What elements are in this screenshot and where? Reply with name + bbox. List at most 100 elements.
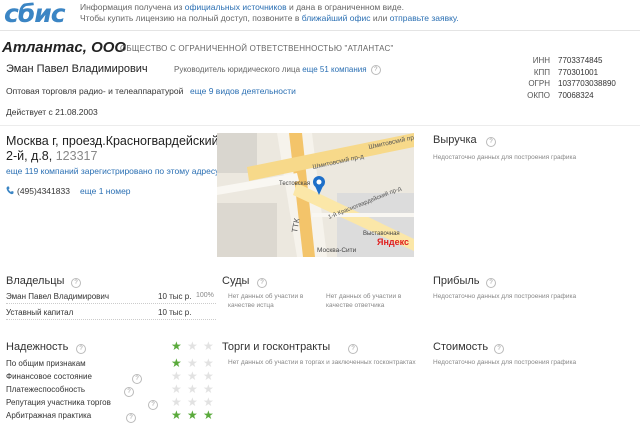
tenders-note: Нет данных об участии в торгах и заключе…: [228, 359, 416, 366]
notice-text: Чтобы купить лицензию на полный доступ, …: [80, 13, 300, 23]
help-icon[interactable]: ?: [124, 387, 134, 397]
reliability-row: Репутация участника торгов: [6, 398, 111, 407]
requisite-label: ИНН: [532, 56, 550, 65]
capital-label: Уставный капитал: [6, 308, 74, 317]
phone-more-link[interactable]: еще 1 номер: [80, 186, 131, 196]
activity-more-link[interactable]: еще 9 видов деятельности: [190, 86, 296, 96]
phone-icon: [6, 186, 14, 195]
help-icon[interactable]: ?: [486, 278, 496, 288]
owner-share: 100%: [196, 292, 214, 299]
yandex-logo: Яндекс: [377, 237, 409, 247]
reliability-row: Финансовое состояние: [6, 372, 92, 381]
value-note: Недостаточно данных для построения графи…: [433, 359, 577, 366]
reliability-row: Платежеспособность: [6, 385, 86, 394]
profit-title[interactable]: Прибыль: [433, 275, 480, 287]
revenue-title[interactable]: Выручка: [433, 134, 477, 146]
star-filled-icon: ★: [171, 356, 182, 370]
notice-text: Информация получена из: [80, 2, 183, 12]
location-map[interactable]: Шмитовский пр-д Шмитовский пр-д 1-й Крас…: [217, 133, 414, 257]
director-role: Руководитель юридического лица еще 51 ко…: [174, 65, 381, 75]
address-line: 2-й, д.8,: [6, 149, 53, 163]
value-title[interactable]: Стоимость: [433, 341, 488, 353]
company-short-name: Атлантас, ООО: [2, 39, 127, 56]
capital-amount: 10 тыс р.: [158, 308, 192, 317]
star-empty-icon: ★: [203, 395, 214, 409]
requisite-row: КПП 770301001: [512, 67, 616, 79]
requisite-row: ОГРН 1037703038890: [512, 78, 616, 90]
courts-title[interactable]: Суды: [222, 275, 249, 287]
star-empty-icon: ★: [171, 395, 182, 409]
star-empty-icon: ★: [187, 369, 198, 383]
map-place-label: Москва-Сити: [317, 247, 357, 254]
help-icon[interactable]: ?: [76, 344, 86, 354]
help-icon[interactable]: ?: [148, 400, 158, 410]
requisite-row: ОКПО 70068324: [512, 90, 616, 102]
requisite-row: ИНН 7703374845: [512, 55, 616, 67]
star-empty-icon: ★: [171, 382, 182, 396]
help-icon[interactable]: ?: [348, 344, 358, 354]
official-sources-link[interactable]: официальных источников: [185, 2, 287, 12]
capital-row: Уставный капитал 10 тыс р.: [6, 308, 216, 317]
license-notice: Информация получена из официальных источ…: [80, 2, 459, 24]
map-station-label: Тестовская: [279, 181, 310, 187]
divider: [6, 319, 216, 321]
requisite-label: КПП: [533, 67, 550, 77]
notice-text: или: [372, 13, 388, 23]
tenders-title[interactable]: Торги и госконтракты: [222, 341, 330, 353]
requisite-label: ОГРН: [528, 79, 550, 89]
star-empty-icon: ★: [171, 369, 182, 383]
send-request-link[interactable]: отправьте заявку.: [390, 13, 459, 23]
notice-text: и дана в ограниченном виде.: [288, 2, 404, 12]
map-canvas[interactable]: Шмитовский пр-д Шмитовский пр-д 1-й Крас…: [217, 133, 414, 257]
help-icon[interactable]: ?: [494, 344, 504, 354]
phone-number: (495)4341833: [17, 186, 70, 196]
requisite-value: 7703374845: [558, 56, 603, 65]
director-name[interactable]: Эман Павел Владимирович: [6, 63, 148, 75]
star-empty-icon: ★: [187, 382, 198, 396]
help-icon[interactable]: ?: [71, 278, 81, 288]
star-empty-icon: ★: [203, 339, 214, 353]
star-empty-icon: ★: [187, 356, 198, 370]
star-filled-icon: ★: [171, 408, 182, 422]
nearest-office-link[interactable]: ближайший офис: [302, 13, 371, 23]
owners-title[interactable]: Владельцы: [6, 275, 64, 287]
revenue-note: Недостаточно данных для построения графи…: [433, 154, 577, 161]
divider: [6, 303, 216, 305]
reliability-row: Арбитражная практика: [6, 411, 92, 420]
star-empty-icon: ★: [203, 369, 214, 383]
phone: (495)4341833: [6, 186, 70, 196]
star-empty-icon: ★: [203, 356, 214, 370]
profit-note: Недостаточно данных для построения графи…: [433, 293, 577, 300]
star-filled-icon: ★: [187, 408, 198, 422]
active-since: Действует с 21.08.2003: [6, 107, 98, 117]
divider: [0, 125, 640, 126]
help-icon[interactable]: ?: [370, 65, 381, 75]
courts-defendant-note: Нет данных об участии в качестве ответчи…: [326, 293, 402, 309]
star-filled-icon: ★: [171, 339, 182, 353]
owner-amount: 10 тыс р.: [158, 292, 192, 301]
director-role-label: Руководитель юридического лица: [174, 65, 301, 75]
requisite-value: 70068324: [558, 91, 594, 101]
reliability-row: По общим признакам: [6, 359, 86, 368]
sbis-logo[interactable]: сбис: [4, 0, 66, 28]
owner-name: Эман Павел Владимирович: [6, 292, 110, 301]
help-icon[interactable]: ?: [486, 137, 496, 147]
owner-row[interactable]: Эман Павел Владимирович 10 тыс р. 100%: [6, 292, 216, 301]
requisite-value: 1037703038890: [558, 79, 616, 89]
help-icon[interactable]: ?: [257, 278, 267, 288]
star-filled-icon: ★: [203, 408, 214, 422]
reliability-title[interactable]: Надежность: [6, 341, 68, 353]
help-icon[interactable]: ?: [132, 374, 142, 384]
address-more-link[interactable]: еще 119 компаний зарегистрировано по это…: [6, 166, 219, 176]
star-empty-icon: ★: [187, 395, 198, 409]
requisites: ИНН 7703374845 КПП 770301001 ОГРН 103770303…: [512, 55, 616, 102]
director-more-link[interactable]: еще 51 компания: [302, 65, 366, 74]
main-activity: Оптовая торговля радио- и телеаппаратуро…: [6, 86, 184, 96]
requisite-label: ОКПО: [527, 91, 550, 101]
top-bar: сбис Информация получена из официальных …: [0, 0, 640, 31]
star-empty-icon: ★: [203, 382, 214, 396]
address: Москва г, проезд.Красногвардейский 2-й, …: [6, 134, 221, 164]
requisite-value: 770301001: [558, 67, 599, 77]
star-empty-icon: ★: [187, 339, 198, 353]
help-icon[interactable]: ?: [126, 413, 136, 423]
